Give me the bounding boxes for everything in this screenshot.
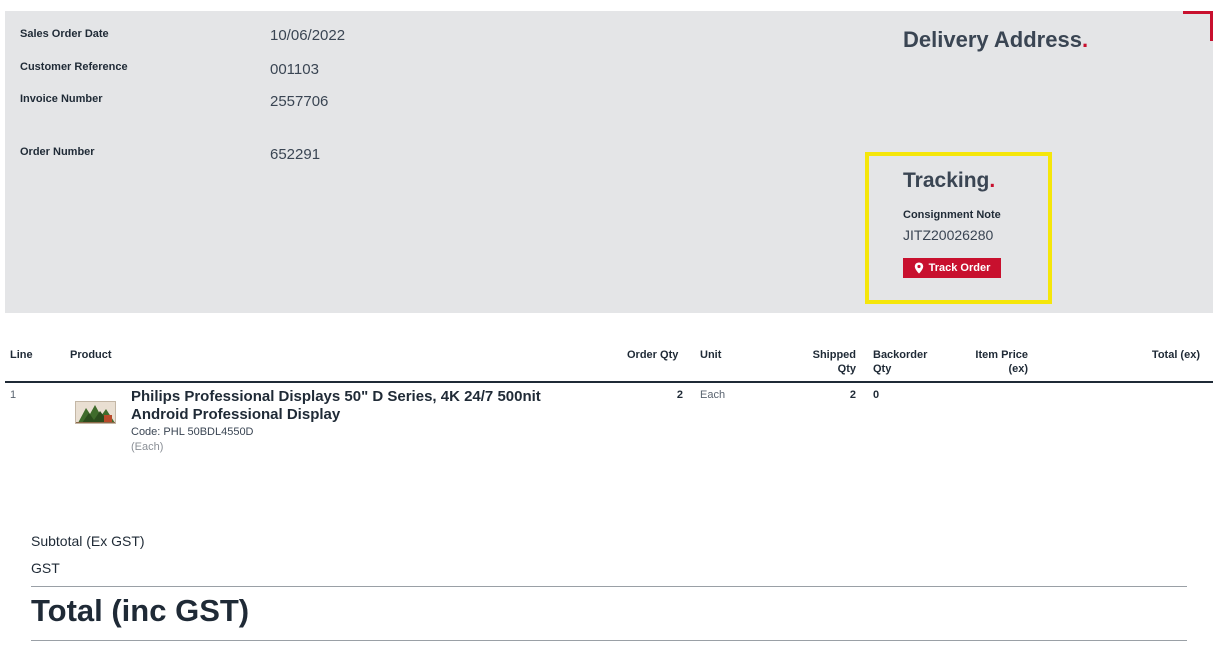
row-shipped-qty: 2: [849, 389, 856, 401]
sales-order-date-value: 10/06/2022: [270, 27, 346, 44]
column-header-order-qty: Order Qty: [627, 349, 679, 361]
column-header-product: Product: [70, 349, 112, 361]
gst-label: GST: [31, 560, 60, 576]
consignment-note-value: JITZ20026280: [903, 227, 994, 243]
column-header-item-price-line2: (ex): [1008, 363, 1028, 375]
product-code: Code: PHL 50BDL4550D: [131, 426, 254, 438]
tracking-heading: Tracking.: [903, 169, 995, 193]
invoice-number-label: Invoice Number: [20, 93, 103, 105]
column-header-backorder-qty-line2: Qty: [873, 363, 892, 375]
track-order-button-label: Track Order: [928, 262, 991, 274]
invoice-number-value: 2557706: [270, 93, 329, 110]
column-header-shipped-qty-line1: Shipped: [812, 349, 856, 361]
heading-dot: .: [989, 169, 996, 192]
customer-reference-label: Customer Reference: [20, 61, 128, 73]
total-divider: [31, 640, 1187, 641]
order-number-value: 652291: [270, 146, 321, 163]
row-backorder-qty: 0: [873, 389, 880, 401]
customer-reference-value: 001103: [270, 61, 319, 78]
order-number-label: Order Number: [20, 146, 95, 158]
product-name-link[interactable]: Philips Professional Displays 50" D Seri…: [131, 388, 591, 424]
column-header-shipped-qty-line2: Qty: [837, 363, 856, 375]
row-unit: Each: [700, 389, 726, 401]
delivery-address-heading: Delivery Address.: [903, 27, 1088, 53]
heading-dot: .: [1081, 27, 1089, 52]
column-header-line: Line: [10, 349, 33, 361]
product-thumbnail[interactable]: [75, 401, 116, 424]
track-order-button[interactable]: Track Order: [903, 258, 1001, 278]
column-header-backorder-qty: Backorder Qty: [873, 348, 943, 376]
corner-accent-mark: [1183, 11, 1213, 41]
total-label: Total (inc GST): [31, 593, 250, 628]
column-header-total-ex: Total (ex): [1151, 349, 1200, 361]
column-header-backorder-qty-line1: Backorder: [873, 349, 928, 361]
row-line-number: 1: [10, 389, 17, 401]
consignment-note-label: Consignment Note: [903, 209, 1001, 221]
column-header-unit: Unit: [700, 349, 722, 361]
table-header-divider: [5, 381, 1213, 383]
row-order-qty: 2: [676, 389, 683, 401]
map-pin-icon: [914, 262, 923, 274]
column-header-shipped-qty: Shipped Qty: [796, 348, 856, 376]
product-image: [76, 402, 115, 423]
summary-divider: [31, 586, 1187, 587]
product-unit: (Each): [131, 441, 164, 453]
sales-order-date-label: Sales Order Date: [20, 28, 109, 40]
tracking-heading-text: Tracking: [903, 169, 990, 192]
delivery-address-heading-text: Delivery Address: [903, 27, 1082, 52]
subtotal-label: Subtotal (Ex GST): [31, 533, 145, 549]
column-header-item-price: Item Price (ex): [958, 348, 1028, 376]
column-header-item-price-line1: Item Price: [975, 349, 1028, 361]
